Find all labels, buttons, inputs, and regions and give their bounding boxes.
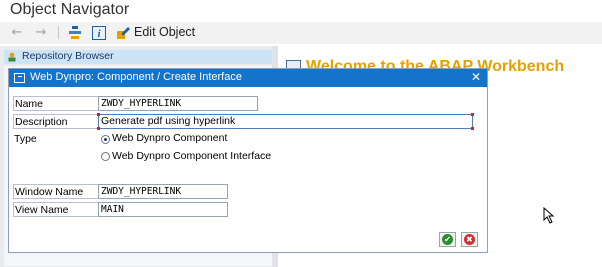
edit-object-button[interactable]: Edit Object [134, 25, 195, 39]
dialog-title: Web Dynpro: Component / Create Interface [30, 71, 242, 83]
field-focus-marker [97, 113, 100, 116]
repository-browser-label: Repository Browser [22, 50, 114, 62]
type-radio-component-interface[interactable] [101, 152, 110, 161]
app-title: Object Navigator [10, 1, 130, 18]
close-icon[interactable]: ✕ [471, 70, 481, 84]
field-focus-marker [471, 127, 474, 130]
dialog-header: Web Dynpro: Component / Create Interface… [9, 69, 487, 87]
type-option-component-label[interactable]: Web Dynpro Component [112, 132, 227, 144]
description-label: Description [13, 114, 100, 129]
info-icon[interactable]: i [92, 25, 106, 40]
back-arrow-icon[interactable]: ← [10, 25, 24, 40]
cancel-icon: ✖ [464, 234, 475, 245]
dialog-window-icon [14, 73, 25, 83]
cancel-button[interactable]: ✖ [461, 232, 478, 247]
name-label: Name [13, 96, 100, 111]
toolbar: ← → i Edit Object [0, 22, 602, 44]
field-focus-marker [97, 127, 100, 130]
name-input[interactable]: ZWDY_HYPERLINK [98, 96, 258, 111]
repository-browser-item[interactable]: Repository Browser [4, 50, 272, 64]
check-icon: ✔ [442, 234, 453, 245]
toolbar-separator [58, 26, 59, 39]
ok-button[interactable]: ✔ [439, 232, 456, 247]
window-name-input[interactable]: ZWDY_HYPERLINK [98, 184, 228, 199]
type-option-component-interface-label[interactable]: Web Dynpro Component Interface [112, 150, 271, 162]
hierarchy-icon[interactable] [68, 25, 82, 40]
forward-arrow-icon[interactable]: → [34, 25, 48, 40]
mouse-cursor-icon [543, 207, 555, 224]
create-interface-dialog: Web Dynpro: Component / Create Interface… [8, 68, 488, 253]
app-title-bar: Object Navigator [0, 0, 602, 22]
edit-object-icon[interactable] [116, 25, 130, 40]
view-name-label: View Name [13, 202, 100, 217]
type-radio-component[interactable] [101, 135, 110, 144]
type-label: Type [14, 133, 37, 145]
view-name-input[interactable]: MAIN [98, 202, 228, 217]
window-name-label: Window Name [13, 184, 100, 199]
description-input[interactable]: Generate pdf using hyperlink [98, 114, 473, 129]
repository-browser-icon [8, 52, 16, 62]
field-focus-marker [471, 113, 474, 116]
